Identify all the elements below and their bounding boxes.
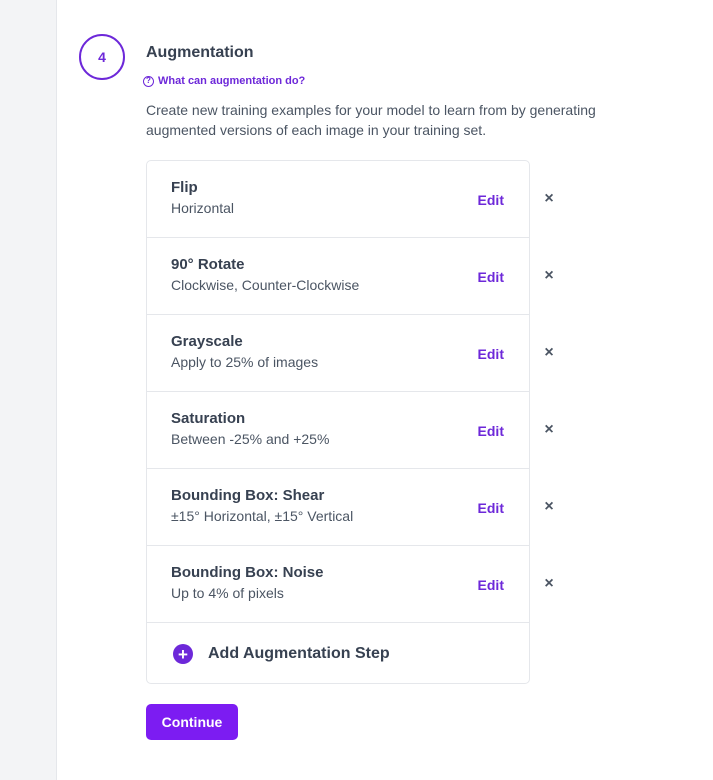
- augmentation-row-flip: Flip Horizontal Edit: [147, 161, 529, 238]
- edit-augmentation-button[interactable]: Edit: [478, 577, 504, 593]
- edit-augmentation-button[interactable]: Edit: [478, 192, 504, 208]
- question-circle-icon: ?: [143, 75, 154, 87]
- help-link-label: What can augmentation do?: [158, 75, 306, 87]
- remove-augmentation-button[interactable]: ×: [540, 267, 558, 285]
- augmentation-page: 4 Augmentation ? What can augmentation d…: [0, 0, 713, 780]
- augmentation-row-bbox-noise: Bounding Box: Noise Up to 4% of pixels E…: [147, 546, 529, 623]
- edit-augmentation-button[interactable]: Edit: [478, 500, 504, 516]
- section-title: Augmentation: [146, 44, 254, 61]
- augmentation-title: Bounding Box: Noise: [171, 564, 324, 581]
- augmentation-detail: ±15° Horizontal, ±15° Vertical: [171, 508, 354, 524]
- remove-augmentation-button[interactable]: ×: [540, 190, 558, 208]
- edit-augmentation-button[interactable]: Edit: [478, 269, 504, 285]
- augmentation-detail: Horizontal: [171, 200, 235, 216]
- augmentation-detail: Between -25% and +25%: [171, 431, 330, 447]
- augmentation-row-grayscale: Grayscale Apply to 25% of images Edit: [147, 315, 529, 392]
- augmentation-title: Flip: [171, 179, 198, 196]
- edit-augmentation-button[interactable]: Edit: [478, 423, 504, 439]
- augmentation-title: Grayscale: [171, 333, 243, 350]
- augmentation-detail: Up to 4% of pixels: [171, 585, 284, 601]
- continue-button[interactable]: Continue: [146, 704, 238, 740]
- augmentation-title: Bounding Box: Shear: [171, 487, 325, 504]
- step-number-badge: 4: [79, 34, 125, 80]
- augmentation-help-link[interactable]: ? What can augmentation do?: [143, 75, 305, 87]
- augmentation-row-rotate: 90° Rotate Clockwise, Counter-Clockwise …: [147, 238, 529, 315]
- add-augmentation-step-button[interactable]: + Add Augmentation Step: [147, 623, 529, 683]
- remove-augmentation-button[interactable]: ×: [540, 344, 558, 362]
- left-rail: [0, 0, 57, 780]
- edit-augmentation-button[interactable]: Edit: [478, 346, 504, 362]
- augmentation-row-bbox-shear: Bounding Box: Shear ±15° Horizontal, ±15…: [147, 469, 529, 546]
- augmentation-detail: Apply to 25% of images: [171, 354, 319, 370]
- augmentation-title: Saturation: [171, 410, 246, 427]
- augmentation-detail: Clockwise, Counter-Clockwise: [171, 277, 360, 293]
- augmentation-title: 90° Rotate: [171, 256, 245, 273]
- augmentation-list: Flip Horizontal Edit 90° Rotate Clockwis…: [146, 160, 530, 684]
- augmentation-row-saturation: Saturation Between -25% and +25% Edit: [147, 392, 529, 469]
- section-description: Create new training examples for your mo…: [146, 102, 596, 138]
- remove-augmentation-button[interactable]: ×: [540, 498, 558, 516]
- plus-circle-icon: +: [173, 644, 193, 664]
- add-augmentation-step-label: Add Augmentation Step: [208, 645, 390, 662]
- remove-augmentation-button[interactable]: ×: [540, 421, 558, 439]
- remove-augmentation-button[interactable]: ×: [540, 575, 558, 593]
